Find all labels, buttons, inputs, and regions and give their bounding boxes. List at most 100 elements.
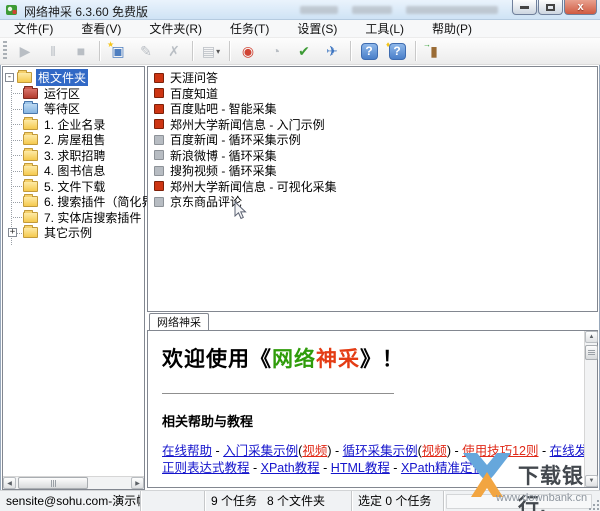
tree-folder-jobs[interactable]: 3. 求职招聘: [5, 147, 144, 164]
toolbar-grip-handle[interactable]: [3, 41, 7, 61]
task-zzu-news-visual[interactable]: 郑州大学新闻信息 - 可视化采集: [148, 179, 597, 195]
redacted-title-text: [300, 6, 338, 14]
close-button[interactable]: x: [564, 0, 597, 15]
delete-icon: ✗: [168, 42, 180, 59]
link-xpath-locator[interactable]: XPath精准定位: [401, 461, 485, 475]
task-tianya-qa[interactable]: 天涯问答: [148, 70, 597, 86]
collapse-minus-icon[interactable]: -: [5, 73, 14, 83]
exit-button[interactable]: ▮ →: [421, 40, 447, 63]
task-baidu-tieba[interactable]: 百度贴吧 - 智能采集: [148, 101, 597, 117]
folder-icon-yellow: [23, 194, 38, 208]
link-intro-video[interactable]: 视频: [302, 444, 327, 458]
run-button[interactable]: ▶: [12, 40, 38, 63]
tab-strip: 网络神采: [147, 312, 598, 330]
edit-task-button[interactable]: ✎: [133, 40, 159, 63]
tree-horizontal-scrollbar[interactable]: ◀ ▶: [3, 476, 144, 489]
new-task-button[interactable]: ▣ ★: [105, 40, 131, 63]
task-jd-reviews[interactable]: 京东商品评论: [148, 194, 597, 210]
task-status-icon-gray: [154, 134, 164, 145]
hscroll-thumb[interactable]: [18, 477, 88, 489]
menu-tools[interactable]: 工具(L): [351, 20, 418, 38]
maximize-button[interactable]: [538, 0, 563, 15]
tree-folder-books-label: 4. 图书信息: [44, 164, 106, 179]
help-button[interactable]: ?: [356, 40, 382, 63]
tree-folder-waiting[interactable]: 等待区: [5, 101, 144, 117]
tree-folder-company-list[interactable]: 1. 企业名录: [5, 116, 144, 133]
task-sogou-video[interactable]: 搜狗视频 - 循环采集: [148, 163, 597, 179]
folder-icon-yellow: [23, 132, 38, 146]
browser-button[interactable]: ✈: [319, 40, 345, 63]
monitor-button[interactable]: ◔: [263, 40, 289, 63]
tree-folder-running[interactable]: 运行区: [5, 85, 144, 102]
save-button[interactable]: ▤ ▾: [198, 40, 224, 63]
stop-all-button[interactable]: ◉: [235, 40, 261, 63]
menu-task[interactable]: 任务(T): [216, 20, 283, 38]
divider-line: [162, 393, 394, 394]
menu-file[interactable]: 文件(F): [0, 20, 67, 38]
resize-grip[interactable]: [587, 498, 599, 510]
link-loop-example[interactable]: 循环采集示例: [343, 444, 418, 458]
edit-icon: ✎: [140, 42, 152, 59]
vscroll-thumb[interactable]: [585, 345, 598, 360]
help-section-heading: 相关帮助与教程: [162, 414, 254, 429]
check-lock-icon: ✔: [298, 42, 310, 59]
link-html-tutorial[interactable]: HTML教程: [331, 461, 390, 475]
tab-netcollector[interactable]: 网络神采: [149, 313, 209, 330]
welcome-heading-part: 》！: [360, 348, 404, 371]
app-window: 网络神采 6.3.60 免费版 x 文件(F) 查看(V) 文件夹(R) 任务(T) 设…: [0, 0, 600, 511]
scroll-left-icon[interactable]: ◀: [3, 477, 16, 489]
scroll-right-icon[interactable]: ▶: [131, 477, 144, 489]
minimize-button[interactable]: [512, 0, 537, 15]
tree-folder-housing[interactable]: 2. 房屋租售: [5, 132, 144, 148]
menu-folder[interactable]: 文件夹(R): [135, 20, 216, 38]
link-intro-example[interactable]: 入门采集示例: [223, 444, 298, 458]
folder-tree: - 根文件夹 运行区 等待区 1. 企业名录 2. 房屋租售 3. 求职招聘 4. 图书信息 5…: [3, 67, 177, 245]
question-icon: ?: [360, 42, 378, 60]
task-jd-reviews-label: 京东商品评论: [170, 195, 243, 210]
task-status-icon-red: [154, 119, 164, 130]
task-tianya-qa-label: 天涯问答: [170, 71, 219, 86]
task-sina-weibo[interactable]: 新浪微博 - 循环采集: [148, 148, 597, 164]
task-baidu-zhidao-label: 百度知道: [170, 86, 219, 101]
folder-icon-yellow: [17, 70, 32, 84]
link-separator: -: [538, 444, 550, 458]
link-tips-12[interactable]: 使用技巧12则: [462, 444, 538, 458]
folder-icon-yellow: [23, 147, 38, 161]
task-status-icon-red: [154, 88, 164, 99]
link-loop-video[interactable]: 视频: [422, 444, 447, 458]
tree-root-folder[interactable]: - 根文件夹: [5, 69, 144, 87]
tree-folder-store-plugin[interactable]: 7. 实体店搜索插件: [5, 209, 144, 226]
menu-help[interactable]: 帮助(P): [418, 20, 486, 38]
tree-folder-running-label: 运行区: [44, 86, 81, 101]
close-icon: x: [577, 0, 584, 13]
scroll-down-icon[interactable]: ▼: [585, 475, 598, 487]
status-selected: 选定 0 个任务: [352, 490, 444, 511]
task-baidu-news[interactable]: 百度新闻 - 循环采集示例: [148, 132, 597, 148]
link-publish-tutorial[interactable]: 在线发布教程: [550, 444, 584, 458]
task-zzu-news-intro[interactable]: 郑州大学新闻信息 - 入门示例: [148, 117, 597, 133]
tree-folder-file-download[interactable]: 5. 文件下载: [5, 178, 144, 195]
toolbar-separator: [229, 41, 230, 61]
doc-vertical-scrollbar[interactable]: ▲ ▼: [584, 331, 598, 487]
tree-folder-search-plugin[interactable]: 6. 搜索插件（简化界面）: [5, 194, 177, 210]
link-regex-tutorial[interactable]: 正则表达式教程: [162, 461, 250, 475]
support-button[interactable]: ? ♦: [384, 40, 410, 63]
redacted-title-text: [406, 6, 498, 14]
menu-view[interactable]: 查看(V): [67, 20, 135, 38]
scroll-up-icon[interactable]: ▲: [585, 331, 598, 343]
link-xpath-tutorial[interactable]: XPath教程: [261, 461, 320, 475]
task-baidu-news-label: 百度新闻 - 循环采集示例: [170, 133, 301, 148]
task-baidu-zhidao[interactable]: 百度知道: [148, 86, 597, 102]
folder-icon-blue: [23, 101, 38, 115]
tree-folder-other-examples[interactable]: + 其它示例: [5, 225, 144, 241]
expand-plus-icon[interactable]: +: [8, 228, 17, 238]
pause-button[interactable]: ‖: [40, 40, 66, 63]
toolbar-separator: [350, 41, 351, 61]
tree-folder-books[interactable]: 4. 图书信息: [5, 163, 144, 179]
pause-icon: ‖: [50, 43, 56, 59]
verify-button[interactable]: ✔: [291, 40, 317, 63]
delete-button[interactable]: ✗: [161, 40, 187, 63]
stop-button[interactable]: ■: [68, 40, 94, 63]
link-online-help[interactable]: 在线帮助: [162, 444, 212, 458]
menu-settings[interactable]: 设置(S): [283, 20, 351, 38]
